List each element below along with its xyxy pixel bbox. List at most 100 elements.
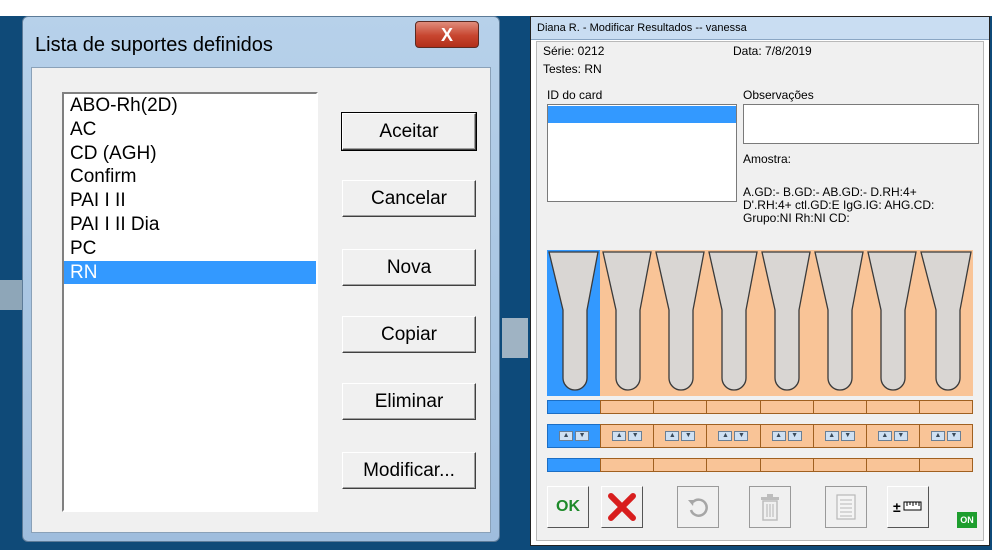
supports-list-dialog: Lista de suportes definidos X ABO-Rh(2D)… bbox=[22, 16, 500, 542]
tests-label: Testes: RN bbox=[543, 62, 602, 76]
on-status-badge: ON bbox=[957, 512, 977, 528]
strip-cell[interactable] bbox=[600, 458, 654, 472]
desktop-window-fragment bbox=[502, 318, 528, 358]
up-arrow-icon[interactable]: ▲ bbox=[718, 431, 733, 441]
modify-results-dialog: Diana R. - Modificar Resultados -- vanes… bbox=[530, 16, 990, 546]
tube-1 bbox=[548, 251, 599, 391]
tube-4 bbox=[708, 251, 758, 391]
ok-label: OK bbox=[556, 498, 580, 515]
down-arrow-icon[interactable]: ▼ bbox=[734, 431, 749, 441]
accept-button[interactable]: Aceitar bbox=[341, 112, 477, 151]
stepper-cell: ▲ ▼ bbox=[600, 424, 654, 448]
red-x-icon bbox=[608, 493, 636, 521]
strip-cell[interactable] bbox=[547, 400, 601, 414]
up-arrow-icon[interactable]: ▲ bbox=[665, 431, 680, 441]
down-arrow-icon[interactable]: ▼ bbox=[628, 431, 643, 441]
serie-label: Série: 0212 bbox=[543, 44, 605, 58]
strip-cell[interactable] bbox=[653, 400, 707, 414]
up-arrow-icon[interactable]: ▲ bbox=[877, 431, 892, 441]
undo-button[interactable] bbox=[677, 486, 719, 528]
tube-2 bbox=[602, 251, 652, 391]
gel-card[interactable] bbox=[547, 250, 973, 396]
id-card-label: ID do card bbox=[547, 88, 603, 102]
ok-button[interactable]: OK bbox=[547, 486, 589, 528]
strip-cell[interactable] bbox=[812, 400, 866, 414]
delete-button[interactable] bbox=[749, 486, 791, 528]
gel-card-tubes bbox=[548, 251, 972, 391]
strip-cell[interactable] bbox=[653, 458, 707, 472]
stepper-cell: ▲ ▼ bbox=[812, 424, 866, 448]
cancel-button[interactable]: Cancelar bbox=[342, 180, 476, 217]
dialog-client-area: ABO-Rh(2D) AC CD (AGH) Confirm PAI I II … bbox=[31, 67, 491, 533]
new-button[interactable]: Nova bbox=[342, 249, 476, 286]
id-card-selected-row[interactable] bbox=[548, 106, 736, 123]
adjust-button[interactable]: ± bbox=[887, 486, 929, 528]
strip-cell[interactable] bbox=[812, 458, 866, 472]
results-text: A.GD:- B.GD:- AB.GD:- D.RH:4+ D'.RH:4+ c… bbox=[743, 186, 934, 225]
cancel-x-button[interactable] bbox=[601, 486, 643, 528]
stepper-cell: ▲ ▼ bbox=[759, 424, 813, 448]
report-button[interactable] bbox=[825, 486, 867, 528]
svg-text:±: ± bbox=[893, 499, 901, 515]
down-arrow-icon[interactable]: ▼ bbox=[787, 431, 802, 441]
list-item[interactable]: CD (AGH) bbox=[64, 142, 316, 166]
dialog-title: Lista de suportes definidos bbox=[35, 34, 273, 56]
delete-button[interactable]: Eliminar bbox=[342, 383, 476, 420]
undo-icon bbox=[688, 498, 708, 517]
strip-cell[interactable] bbox=[918, 458, 973, 472]
results-line: Grupo:NI Rh:NI CD: bbox=[743, 211, 850, 225]
tube-7 bbox=[867, 251, 917, 391]
stepper-cell: ▲ ▼ bbox=[547, 424, 601, 448]
list-item[interactable]: AC bbox=[64, 118, 316, 142]
strip-cell[interactable] bbox=[706, 458, 760, 472]
trash-icon bbox=[761, 494, 779, 521]
strip-cell[interactable] bbox=[865, 458, 919, 472]
up-arrow-icon[interactable]: ▲ bbox=[559, 431, 574, 441]
strip-cell[interactable] bbox=[759, 458, 813, 472]
sample-label: Amostra: bbox=[743, 152, 792, 166]
desktop-window-fragment-left bbox=[0, 280, 22, 310]
stepper-cell: ▲ ▼ bbox=[918, 424, 973, 448]
list-item[interactable]: Confirm bbox=[64, 165, 316, 189]
strip-cell[interactable] bbox=[547, 458, 601, 472]
down-arrow-icon[interactable]: ▼ bbox=[681, 431, 696, 441]
date-label: Data: 7/8/2019 bbox=[733, 44, 812, 58]
list-item[interactable]: PC bbox=[64, 237, 316, 261]
strip-cell[interactable] bbox=[706, 400, 760, 414]
tube-8 bbox=[920, 251, 972, 391]
results-panel: Série: 0212 Data: 7/8/2019 Testes: RN ID… bbox=[536, 41, 984, 541]
list-item[interactable]: PAI I II bbox=[64, 189, 316, 213]
copy-button[interactable]: Copiar bbox=[342, 316, 476, 353]
window-title: Diana R. - Modificar Resultados -- vanes… bbox=[531, 17, 989, 40]
strip-cell[interactable] bbox=[600, 400, 654, 414]
strip-cell[interactable] bbox=[759, 400, 813, 414]
stepper-cell: ▲ ▼ bbox=[865, 424, 919, 448]
plus-minus-ruler-icon: ± bbox=[893, 499, 922, 515]
strip-cell[interactable] bbox=[865, 400, 919, 414]
result-strip-bottom bbox=[547, 458, 973, 472]
modify-button[interactable]: Modificar... bbox=[342, 452, 476, 489]
id-card-listbox[interactable] bbox=[547, 104, 737, 202]
stepper-cell: ▲ ▼ bbox=[653, 424, 707, 448]
close-button[interactable]: X bbox=[415, 21, 479, 48]
list-item-selected[interactable]: RN bbox=[64, 260, 316, 285]
tube-6 bbox=[814, 251, 864, 391]
up-arrow-icon[interactable]: ▲ bbox=[824, 431, 839, 441]
down-arrow-icon[interactable]: ▼ bbox=[946, 431, 961, 441]
strip-cell[interactable] bbox=[918, 400, 973, 414]
tube-3 bbox=[655, 251, 705, 391]
result-stepper-strip: ▲ ▼ ▲ ▼ ▲ ▼ ▲ ▼ ▲ ▼ ▲ ▼ ▲ ▼ ▲ ▼ bbox=[547, 424, 973, 448]
list-item[interactable]: ABO-Rh(2D) bbox=[64, 94, 316, 118]
down-arrow-icon[interactable]: ▼ bbox=[840, 431, 855, 441]
up-arrow-icon[interactable]: ▲ bbox=[771, 431, 786, 441]
tube-5 bbox=[761, 251, 811, 391]
up-arrow-icon[interactable]: ▲ bbox=[612, 431, 627, 441]
down-arrow-icon[interactable]: ▼ bbox=[575, 431, 590, 441]
observations-field[interactable] bbox=[743, 104, 979, 144]
supports-listbox[interactable]: ABO-Rh(2D) AC CD (AGH) Confirm PAI I II … bbox=[62, 92, 318, 512]
desktop-top-strip bbox=[0, 0, 992, 16]
up-arrow-icon[interactable]: ▲ bbox=[930, 431, 945, 441]
down-arrow-icon[interactable]: ▼ bbox=[893, 431, 908, 441]
result-strip-top bbox=[547, 400, 973, 414]
list-item[interactable]: PAI I II Dia bbox=[64, 213, 316, 237]
